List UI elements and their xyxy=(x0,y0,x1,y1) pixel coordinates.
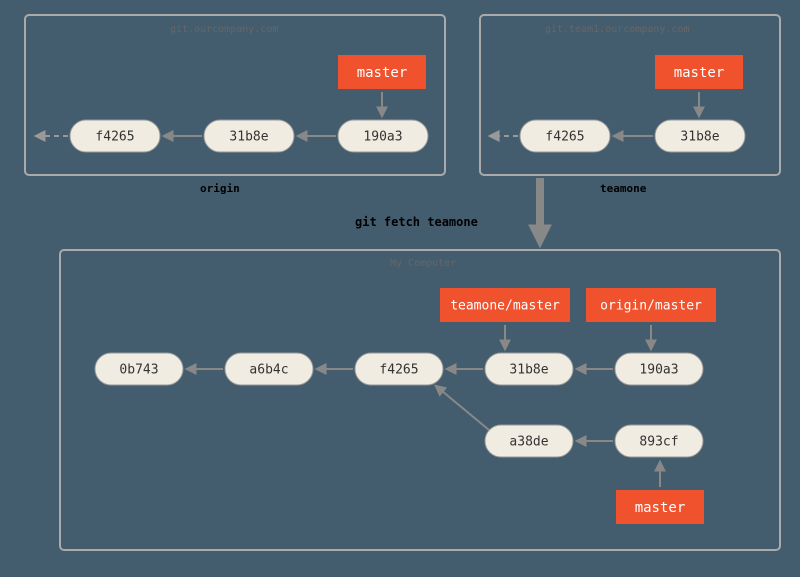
origin-caption: origin xyxy=(200,182,240,195)
svg-text:a38de: a38de xyxy=(509,435,548,450)
arrow-icon xyxy=(436,386,489,430)
svg-text:190a3: 190a3 xyxy=(639,363,678,378)
svg-text:f4265: f4265 xyxy=(545,130,584,145)
svg-text:190a3: 190a3 xyxy=(363,130,402,145)
svg-text:f4265: f4265 xyxy=(95,130,134,145)
svg-text:master: master xyxy=(635,500,686,516)
svg-text:teamone/master: teamone/master xyxy=(450,299,560,314)
local-title: My Computer xyxy=(390,258,456,269)
teamone-host-label: git.team1.ourcompany.com xyxy=(545,24,690,35)
local-box: My Computer teamone/master origin/master… xyxy=(60,250,780,550)
svg-text:master: master xyxy=(357,65,408,81)
fetch-command-label: git fetch teamone xyxy=(355,215,478,229)
svg-text:893cf: 893cf xyxy=(639,435,678,450)
svg-text:origin/master: origin/master xyxy=(600,299,702,314)
teamone-caption: teamone xyxy=(600,182,647,195)
teamone-remote-box: git.team1.ourcompany.com teamone master … xyxy=(480,15,780,195)
svg-text:31b8e: 31b8e xyxy=(229,130,268,145)
svg-text:master: master xyxy=(674,65,725,81)
svg-text:31b8e: 31b8e xyxy=(509,363,548,378)
svg-text:f4265: f4265 xyxy=(379,363,418,378)
svg-text:a6b4c: a6b4c xyxy=(249,363,288,378)
svg-text:31b8e: 31b8e xyxy=(680,130,719,145)
origin-remote-box: git.ourcompany.com origin master f4265 3… xyxy=(25,15,445,195)
git-diagram: git.ourcompany.com origin master f4265 3… xyxy=(0,0,800,577)
origin-host-label: git.ourcompany.com xyxy=(170,24,278,35)
svg-text:0b743: 0b743 xyxy=(119,363,158,378)
